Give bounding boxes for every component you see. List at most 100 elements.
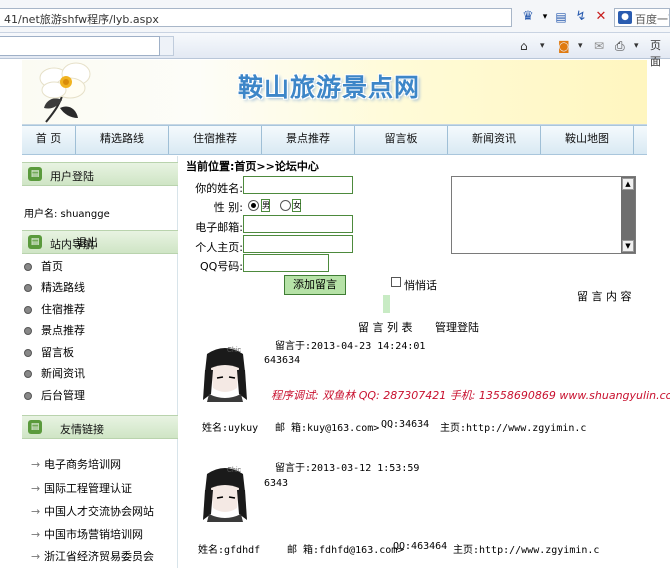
qq-input[interactable]: [243, 254, 329, 272]
book-icon: ▤: [28, 167, 42, 181]
sidebar-item-hotels[interactable]: 住宿推荐: [22, 302, 172, 318]
left-sidebar: ▤ 用户登陆 用户名: shuangge ▤ 站内导航 退出 首页 精选路线 住…: [22, 156, 178, 568]
home-icon[interactable]: ⌂: [520, 38, 528, 54]
scroll-up-icon[interactable]: ▲: [622, 178, 634, 190]
friend-link[interactable]: → 中国人才交流协会网站: [22, 504, 178, 520]
nav-attractions[interactable]: 景点推荐: [262, 126, 355, 154]
message-content: 6343: [264, 478, 289, 489]
message-time: 留言于:2013-03-12 1:53:59: [275, 463, 420, 474]
login-title: 用户登陆: [50, 170, 94, 183]
gender-female-label: 女: [292, 199, 301, 212]
stop-icon[interactable]: ✕: [593, 9, 609, 25]
friend-link[interactable]: → 电子商务培训网: [22, 457, 178, 473]
friend-link[interactable]: → 浙江省经济贸易委员会: [22, 549, 178, 565]
sidebar-item-routes[interactable]: 精选路线: [22, 280, 172, 296]
avatar: Chic: [197, 464, 253, 522]
private-label: 悄悄话: [404, 279, 437, 292]
textarea-scrollbar[interactable]: ▲ ▼: [621, 177, 635, 253]
sidebar-item-home[interactable]: 首页: [22, 259, 172, 275]
logout-link[interactable]: 退出: [76, 234, 98, 250]
message-email: 邮 箱:kuy@163.com>: [275, 423, 380, 434]
dropdown-arrow-icon[interactable]: ▾: [537, 9, 553, 25]
compatibility-icon[interactable]: ♛: [520, 9, 536, 25]
sidebar-item-admin[interactable]: 后台管理: [22, 388, 172, 404]
nav-hotels[interactable]: 住宿推荐: [169, 126, 262, 154]
friend-link[interactable]: → 中国市场营销培训网: [22, 527, 178, 543]
username-display: 用户名: shuangge: [24, 209, 110, 220]
feeds-dropdown-icon[interactable]: ▾: [578, 38, 583, 54]
url-field[interactable]: 41/net旅游shfw程序/lyb.aspx: [0, 8, 512, 27]
search-box[interactable]: ● 百度一下: [614, 8, 670, 27]
main-content: 当前位置:首页>>论坛中心 你的姓名: 性 别: 男 女 电子邮箱: 个人主页:…: [182, 156, 670, 568]
bullet-icon: [24, 392, 32, 400]
login-header: ▤ 用户登陆: [22, 162, 178, 186]
message-name: 姓名:gfdhdf: [198, 545, 261, 556]
bullet-icon: [24, 263, 32, 271]
add-message-button[interactable]: 添加留言: [284, 275, 346, 295]
message-homepage[interactable]: 主页:http://www.zgyimin.c: [453, 541, 599, 556]
new-tab-button[interactable]: [160, 36, 174, 56]
nav-home[interactable]: 首 页: [22, 126, 76, 154]
gender-male-label: 男: [261, 199, 270, 212]
qq-label: QQ号码:: [199, 260, 243, 273]
book-icon: ▤: [28, 235, 42, 249]
private-checkbox[interactable]: [391, 277, 401, 287]
scroll-down-icon[interactable]: ▼: [622, 240, 634, 252]
search-placeholder: 百度一下: [635, 13, 669, 26]
home-dropdown-icon[interactable]: ▾: [540, 38, 545, 54]
print-icon[interactable]: ⎙: [615, 38, 625, 54]
nav-routes[interactable]: 精选路线: [76, 126, 169, 154]
arrow-icon: →: [31, 458, 41, 471]
bullet-icon: [24, 284, 32, 292]
message-time: 留言于:2013-04-23 14:24:01: [275, 341, 426, 352]
refresh-icon[interactable]: ↯: [573, 9, 589, 25]
content-label: 留 言 内 容: [577, 290, 632, 303]
refresh-page-icon[interactable]: ▤: [553, 9, 569, 25]
sidebar-item-attractions[interactable]: 景点推荐: [22, 323, 172, 339]
avatar: Chic: [197, 344, 253, 402]
flower-logo-icon: [39, 62, 91, 123]
name-input[interactable]: [243, 176, 353, 194]
arrow-icon: →: [31, 505, 41, 518]
sidebar-item-news[interactable]: 新闻资讯: [22, 366, 172, 382]
homepage-input[interactable]: [243, 235, 353, 253]
feeds-icon[interactable]: ◙: [558, 38, 570, 54]
message-homepage[interactable]: 主页:http://www.zgyimin.c: [440, 419, 586, 434]
nav-news[interactable]: 新闻资讯: [448, 126, 541, 154]
content-textarea[interactable]: ▲ ▼: [451, 176, 636, 254]
gender-male-radio[interactable]: [248, 200, 259, 211]
main-nav: 首 页 精选路线 住宿推荐 景点推荐 留言板 新闻资讯 鞍山地图: [22, 125, 647, 155]
arrow-icon: →: [31, 550, 41, 563]
mail-icon[interactable]: ✉: [594, 38, 604, 54]
arrow-icon: →: [31, 528, 41, 541]
admin-login-link[interactable]: 管理登陆: [435, 319, 479, 335]
avatar-image: Chic: [203, 347, 247, 402]
message-list-title: 留 言 列 表: [358, 321, 413, 334]
arrow-icon: →: [31, 482, 41, 495]
promo-text: 程序调试: 双鱼林 QQ: 287307421 手机: 13558690869 …: [271, 389, 670, 402]
breadcrumb: 当前位置:首页>>论坛中心: [186, 160, 319, 173]
browser-tab[interactable]: [0, 36, 160, 56]
gender-female-radio[interactable]: [280, 200, 291, 211]
message-qq: QQ:34634: [381, 419, 430, 430]
links-header: ▤ 友情链接: [22, 415, 178, 439]
page-menu-label[interactable]: 页面: [650, 38, 670, 68]
site-banner: 鞍山旅游景点网: [22, 60, 647, 125]
bullet-icon: [24, 370, 32, 378]
book-icon: ▤: [28, 420, 42, 434]
print-dropdown-icon[interactable]: ▾: [634, 38, 639, 54]
email-input[interactable]: [243, 215, 353, 233]
avatar-image: Chic: [203, 467, 247, 522]
site-title: 鞍山旅游景点网: [238, 73, 421, 102]
svg-text:Chic: Chic: [227, 467, 242, 474]
message-name: 姓名:uykuy: [202, 423, 259, 434]
nav-map[interactable]: 鞍山地图: [541, 126, 634, 154]
email-label: 电子邮箱:: [195, 221, 243, 234]
webpage: 鞍山旅游景点网 首 页 精选路线 住宿推荐 景点推荐 留言板 新闻资讯 鞍山地图…: [22, 60, 670, 568]
homepage-label: 个人主页:: [195, 241, 243, 254]
friend-link[interactable]: → 国际工程管理认证: [22, 481, 178, 497]
sidebar-item-guestbook[interactable]: 留言板: [22, 345, 172, 361]
nav-guestbook[interactable]: 留言板: [355, 126, 448, 154]
gender-label: 性 别:: [213, 201, 243, 214]
browser-toolbar: ⌂ ▾ ◙ ▾ ✉ ⎙ ▾ 页面: [0, 33, 670, 68]
